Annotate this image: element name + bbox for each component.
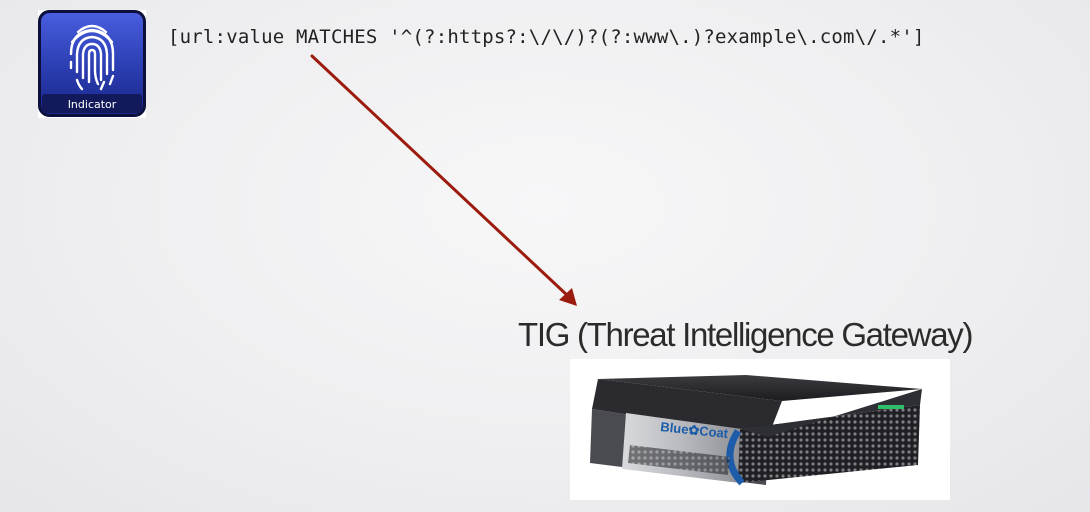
indicator-icon: Indicator [38, 10, 146, 118]
indicator-label: Indicator [68, 98, 117, 111]
gateway-title: TIG (Threat Intelligence Gateway) [518, 316, 973, 353]
network-appliance-icon: Blue✿Coat [570, 359, 950, 500]
indicator-pattern: [url:value MATCHES '^(?:https?:\/\/)?(?:… [168, 26, 925, 48]
arrow-head-icon [559, 288, 577, 306]
